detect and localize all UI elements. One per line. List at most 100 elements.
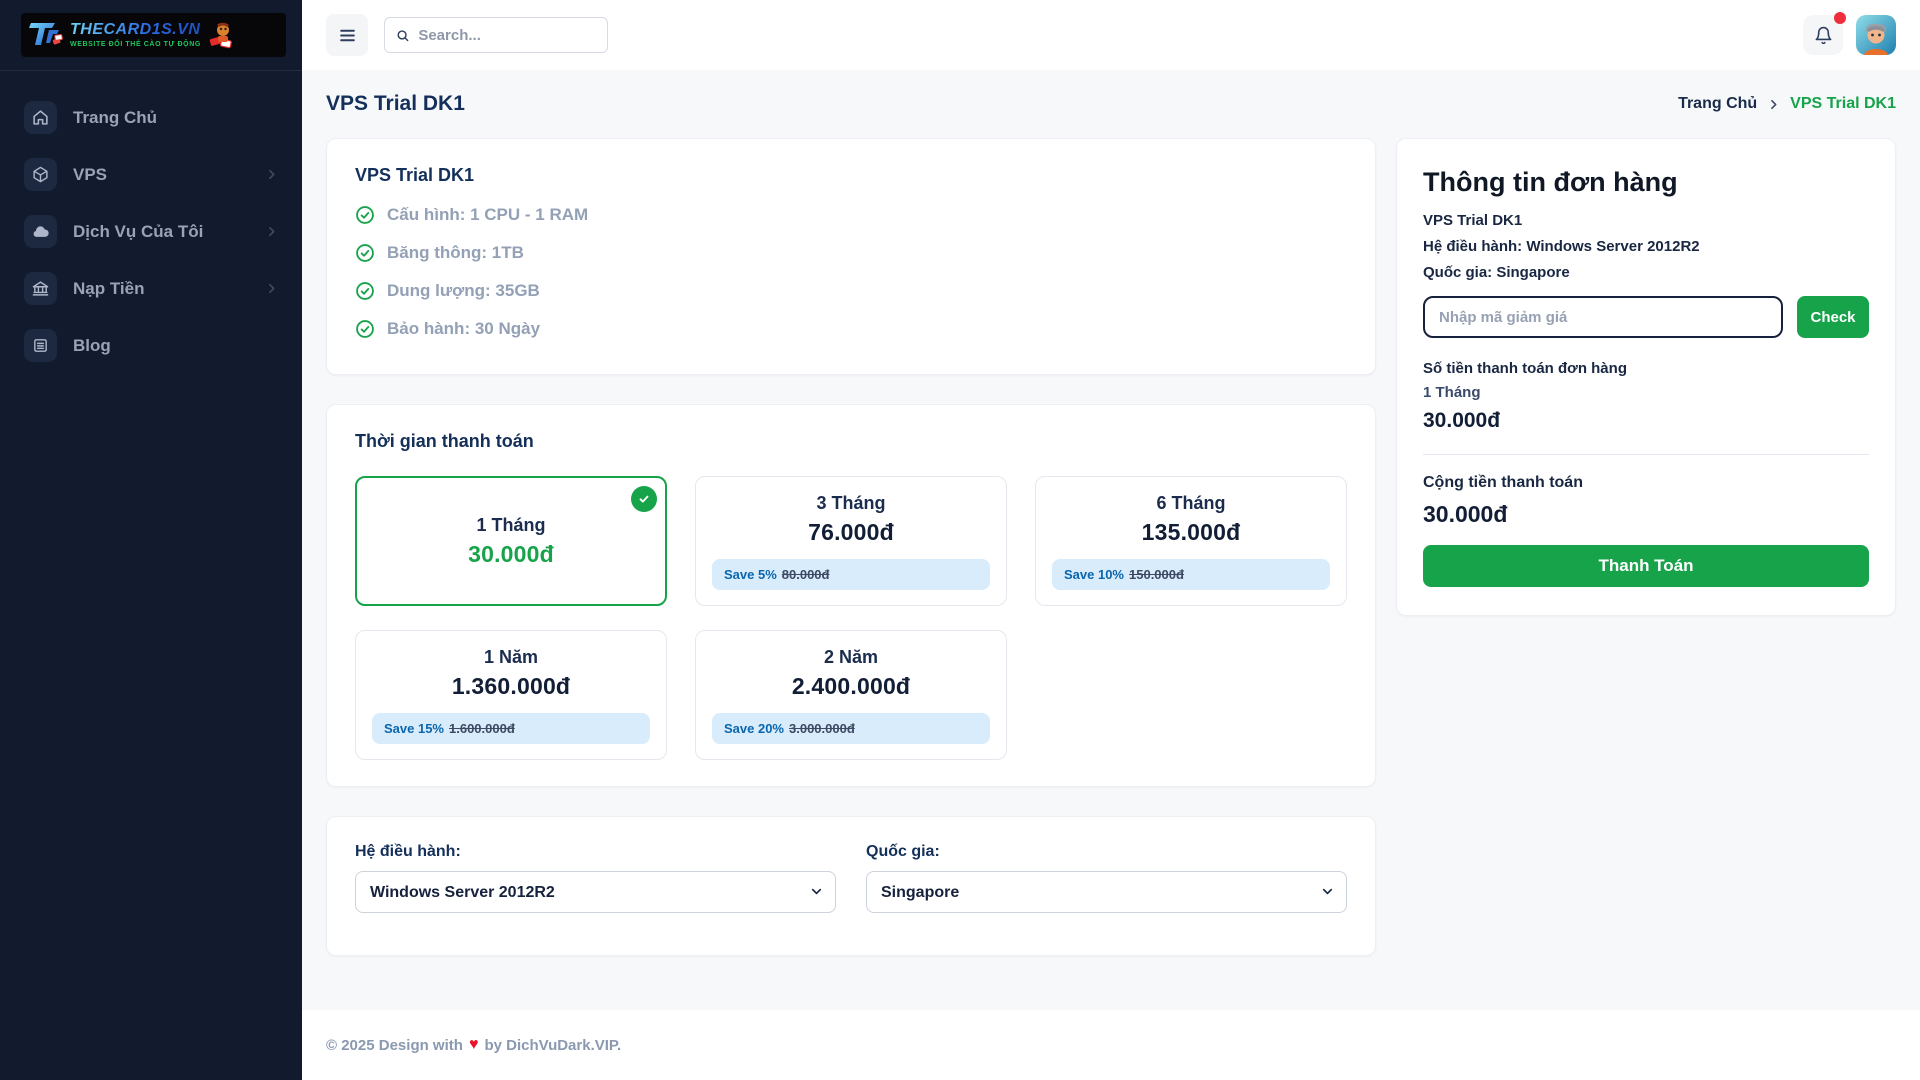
- home-icon: [24, 101, 57, 134]
- sidebar-item-trang-chu[interactable]: Trang Chủ: [14, 93, 288, 142]
- bell-icon: [1814, 26, 1833, 45]
- period-label: 1 Năm: [484, 647, 538, 668]
- brand-logo-mark-icon: [29, 19, 63, 51]
- brand-tagline: WEBSITE ĐỔI THẺ CÀO TỰ ĐỘNG: [70, 41, 201, 48]
- brand-logo[interactable]: THECARD1S.VN WEBSITE ĐỔI THẺ CÀO TỰ ĐỘNG: [21, 13, 286, 57]
- left-column: VPS Trial DK1 Cấu hình: 1 CPU - 1 RAM: [326, 138, 1376, 956]
- brand-name: THECARD1S.VN: [70, 22, 201, 38]
- sidebar-menu: Trang Chủ VPS Dịch Vụ Của Tôi: [0, 71, 302, 400]
- order-plan-name: VPS Trial DK1: [1423, 212, 1869, 229]
- save-percent: Save 15%: [384, 721, 444, 736]
- period-label: 6 Tháng: [1156, 493, 1225, 514]
- brand-text: THECARD1S.VN WEBSITE ĐỔI THẺ CÀO TỰ ĐỘNG: [70, 22, 201, 48]
- topbar-right: [1803, 15, 1896, 55]
- search-input[interactable]: [418, 27, 596, 44]
- heart-icon: ♥: [469, 1036, 479, 1054]
- order-amount-title: Số tiền thanh toán đơn hàng: [1423, 360, 1869, 377]
- order-divider: [1423, 454, 1869, 455]
- billing-period-title: Thời gian thanh toán: [355, 431, 1347, 452]
- chevron-right-icon: [265, 168, 278, 181]
- order-summary-panel: Thông tin đơn hàng VPS Trial DK1 Hệ điều…: [1396, 138, 1896, 616]
- sidebar-item-dich-vu-cua-toi[interactable]: Dịch Vụ Của Tôi: [14, 207, 288, 256]
- check-circle-icon: [355, 243, 375, 263]
- coupon-row: Check: [1423, 296, 1869, 338]
- breadcrumb: Trang Chủ VPS Trial DK1: [1678, 95, 1896, 113]
- notifications-button[interactable]: [1803, 15, 1843, 55]
- menu-toggle-button[interactable]: [326, 14, 368, 56]
- save-badge: Save 5% 80.000đ: [712, 559, 990, 590]
- plan-feature: Cấu hình: 1 CPU - 1 RAM: [355, 196, 1347, 234]
- period-label: 1 Tháng: [476, 515, 545, 536]
- order-total: 30.000đ: [1423, 501, 1869, 528]
- plan-details-card: VPS Trial DK1 Cấu hình: 1 CPU - 1 RAM: [326, 138, 1376, 375]
- save-badge: Save 10%150.000đ: [1052, 559, 1330, 590]
- period-label: 2 Năm: [824, 647, 878, 668]
- order-country-line: Quốc gia: Singapore: [1423, 264, 1869, 281]
- order-period: 1 Tháng: [1423, 384, 1869, 401]
- old-price: 1.600.000đ: [449, 721, 515, 736]
- sidebar-item-nap-tien[interactable]: Nạp Tiền: [14, 264, 288, 313]
- country-label: Quốc gia:: [866, 843, 1347, 861]
- hamburger-icon: [338, 26, 357, 45]
- page-title: VPS Trial DK1: [326, 92, 465, 116]
- os-select[interactable]: Windows Server 2012R2: [355, 871, 836, 913]
- period-option-1-nam[interactable]: 1 Năm 1.360.000đ Save 15% 1.600.000đ: [355, 630, 667, 760]
- period-price: 76.000đ: [808, 519, 894, 546]
- billing-period-card: Thời gian thanh toán 1 Tháng 30.000đ 3 T…: [326, 404, 1376, 787]
- save-badge: Save 15% 1.600.000đ: [372, 713, 650, 744]
- plan-feature: Băng thông: 1TB: [355, 234, 1347, 272]
- sidebar-item-label: Dịch Vụ Của Tôi: [73, 222, 203, 242]
- old-price: 80.000đ: [782, 567, 830, 582]
- order-amount: 30.000đ: [1423, 409, 1869, 433]
- breadcrumb-home-link[interactable]: Trang Chủ: [1678, 95, 1757, 113]
- cloud-icon: [24, 215, 57, 248]
- brand-mascot-icon: [208, 20, 234, 50]
- sidebar-item-vps[interactable]: VPS: [14, 150, 288, 199]
- sidebar-item-label: Trang Chủ: [73, 108, 157, 128]
- country-field: Quốc gia: Singapore: [866, 843, 1347, 913]
- period-price: 30.000đ: [468, 541, 554, 568]
- period-option-3-thang[interactable]: 3 Tháng 76.000đ Save 5%80.000đ: [695, 476, 1007, 606]
- os-field: Hệ điều hành: Windows Server 2012R2: [355, 843, 836, 913]
- plan-feature: Bảo hành: 30 Ngày: [355, 310, 1347, 348]
- bank-icon: [24, 272, 57, 305]
- os-label: Hệ điều hành:: [355, 843, 836, 861]
- search-icon: [396, 28, 409, 43]
- period-option-6-thang[interactable]: 6 Tháng 135.000đ Save 10%150.000đ: [1035, 476, 1347, 606]
- sidebar-item-label: Nạp Tiền: [73, 279, 144, 299]
- save-percent: Save 5%: [724, 567, 777, 582]
- old-price: 3.000.000đ: [789, 721, 855, 736]
- period-option-1-thang[interactable]: 1 Tháng 30.000đ: [355, 476, 667, 606]
- period-price: 135.000đ: [1142, 519, 1241, 546]
- config-card: Hệ điều hành: Windows Server 2012R2 Quốc…: [326, 816, 1376, 956]
- order-title: Thông tin đơn hàng: [1423, 167, 1869, 198]
- coupon-check-button[interactable]: Check: [1797, 296, 1869, 338]
- pay-button[interactable]: Thanh Toán: [1423, 545, 1869, 587]
- topbar: [302, 0, 1920, 70]
- coupon-input[interactable]: [1423, 296, 1783, 338]
- user-avatar[interactable]: [1856, 15, 1896, 55]
- cube-icon: [24, 158, 57, 191]
- save-badge: Save 20%3.000.000đ: [712, 713, 990, 744]
- footer-copyright-suffix: by DichVuDark.VIP.: [484, 1037, 621, 1054]
- blog-icon: [24, 329, 57, 362]
- selected-check-icon: [631, 486, 657, 512]
- sidebar: THECARD1S.VN WEBSITE ĐỔI THẺ CÀO TỰ ĐỘNG: [0, 0, 302, 1080]
- plan-feature-text: Cấu hình: 1 CPU - 1 RAM: [387, 205, 588, 225]
- order-total-title: Cộng tiền thanh toán: [1423, 474, 1869, 492]
- old-price: 150.000đ: [1129, 567, 1184, 582]
- period-price: 1.360.000đ: [452, 673, 570, 700]
- main-area: VPS Trial DK1 Trang Chủ VPS Trial DK1 VP…: [302, 0, 1920, 1080]
- period-option-2-nam[interactable]: 2 Năm 2.400.000đ Save 20%3.000.000đ: [695, 630, 1007, 760]
- plan-feature-text: Bảo hành: 30 Ngày: [387, 319, 540, 339]
- sidebar-item-blog[interactable]: Blog: [14, 321, 288, 370]
- chevron-right-icon: [1767, 98, 1780, 111]
- country-select[interactable]: Singapore: [866, 871, 1347, 913]
- notification-badge: [1834, 12, 1846, 24]
- footer: © 2025 Design with ♥ by DichVuDark.VIP.: [302, 1010, 1920, 1080]
- period-price: 2.400.000đ: [792, 673, 910, 700]
- content-header: VPS Trial DK1 Trang Chủ VPS Trial DK1: [326, 92, 1896, 116]
- plan-feature: Dung lượng: 35GB: [355, 272, 1347, 310]
- chevron-right-icon: [265, 225, 278, 238]
- plan-feature-list: Cấu hình: 1 CPU - 1 RAM Băng thông: 1TB: [355, 196, 1347, 348]
